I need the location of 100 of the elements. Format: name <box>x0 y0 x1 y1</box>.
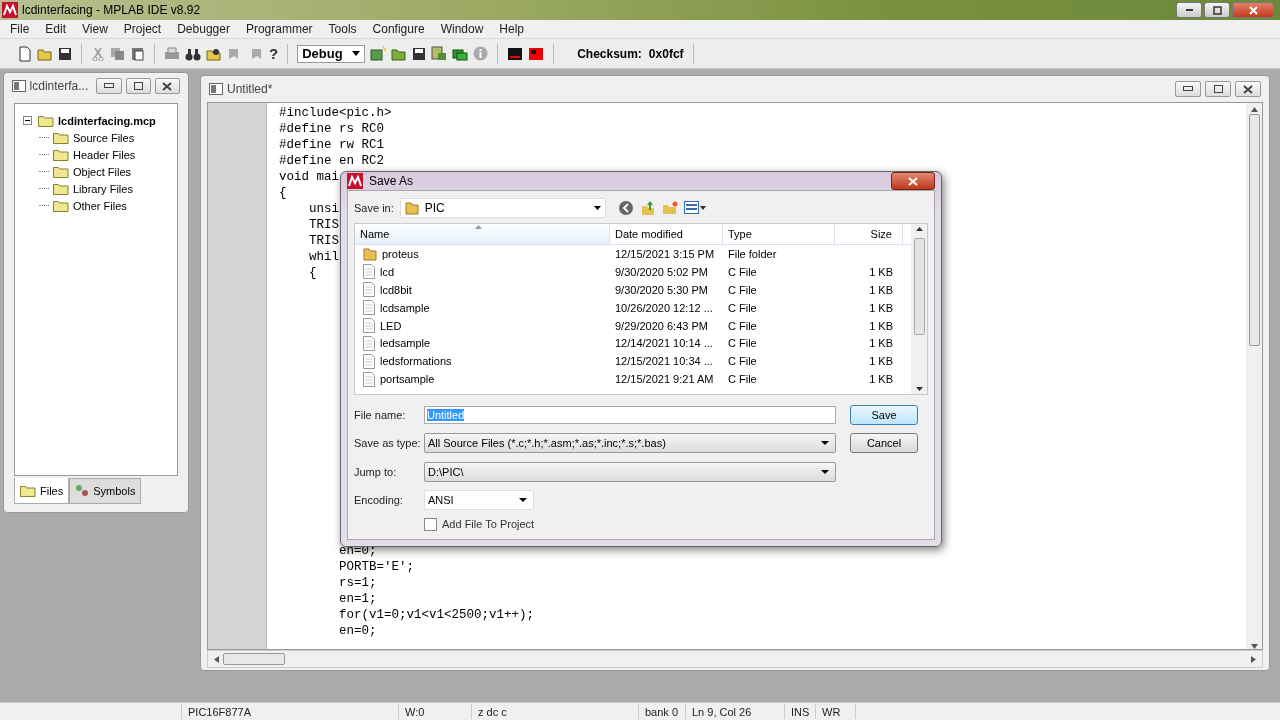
folder-icon <box>404 201 419 215</box>
status-processor: PIC16F877A <box>188 705 251 718</box>
column-header[interactable]: Size <box>835 224 903 244</box>
printer-icon[interactable] <box>164 46 180 61</box>
file-name[interactable]: portsample <box>380 373 435 386</box>
folder-icon <box>53 182 69 195</box>
column-header[interactable]: Type <box>723 224 835 244</box>
save-icon[interactable] <box>412 46 427 61</box>
file-size: 1 KB <box>868 319 894 332</box>
document-icon <box>363 353 375 369</box>
restore-button[interactable] <box>125 78 151 94</box>
encoding-dropdown[interactable]: ANSI <box>424 490 534 510</box>
save-in-dropdown[interactable]: PIC <box>399 198 606 218</box>
back-icon[interactable] <box>617 200 634 216</box>
column-header[interactable]: Name <box>355 224 610 244</box>
save-button[interactable]: Save <box>850 405 918 425</box>
minimize-icon <box>1183 86 1193 92</box>
panel-tab[interactable]: Symbols <box>69 478 142 504</box>
checkbox[interactable] <box>424 517 437 531</box>
menu-item[interactable]: File <box>2 22 38 36</box>
close-button[interactable] <box>1232 2 1274 18</box>
menu-item[interactable]: Programmer <box>237 22 321 36</box>
tree-folder-item[interactable]: Source Files <box>73 131 135 144</box>
vertical-scrollbar[interactable] <box>911 224 927 394</box>
menu-item[interactable]: Window <box>432 22 492 36</box>
tree-folder-item[interactable]: Header Files <box>73 148 136 161</box>
open-folder-icon[interactable] <box>391 46 408 61</box>
open-folder-icon[interactable] <box>37 46 53 61</box>
minimize-button[interactable] <box>1176 2 1202 18</box>
file-date: 12/15/2021 3:15 PM <box>614 247 716 260</box>
horizontal-scrollbar[interactable] <box>207 650 1263 668</box>
menu-item[interactable]: Edit <box>37 22 75 36</box>
tree-folder-item[interactable]: Other Files <box>73 199 127 212</box>
close-button[interactable] <box>891 172 935 190</box>
jump-to-dropdown[interactable]: D:\PIC\ <box>424 462 836 482</box>
save-icon[interactable] <box>58 46 72 61</box>
collapse-icon[interactable] <box>23 116 32 125</box>
up-folder-icon[interactable] <box>639 200 656 216</box>
minimize-icon <box>103 83 114 89</box>
close-icon <box>1248 5 1258 15</box>
code-line: TRIS <box>308 233 339 249</box>
project-file-item[interactable]: lcdinterfacing.mcp <box>58 114 156 127</box>
binoculars-icon[interactable] <box>185 46 201 61</box>
menu-item[interactable]: Project <box>115 22 170 36</box>
copy-icon[interactable] <box>110 46 126 61</box>
menu-item[interactable]: Help <box>491 22 532 36</box>
caret-icon <box>821 470 829 474</box>
file-name[interactable]: LED <box>380 319 402 332</box>
panel-tab[interactable]: Files <box>14 478 70 504</box>
restore-button[interactable] <box>1205 81 1231 97</box>
file-size: 1 KB <box>868 301 894 314</box>
caret-icon <box>821 441 829 445</box>
close-button[interactable] <box>154 78 180 94</box>
folder-icon <box>53 148 69 161</box>
new-folder-icon[interactable] <box>661 200 678 216</box>
menu-item[interactable]: Debugger <box>169 22 238 36</box>
tree-folder-item[interactable]: Library Files <box>73 182 133 195</box>
file-date: 9/29/2020 6:43 PM <box>614 319 709 332</box>
code-line: #include<pic.h> <box>279 105 392 121</box>
document-icon <box>363 282 375 298</box>
file-size: 1 KB <box>868 337 894 350</box>
file-date: 12/15/2021 10:34 ... <box>614 355 714 368</box>
scroll-thumb[interactable] <box>223 653 285 665</box>
paste-icon[interactable] <box>131 46 145 61</box>
column-header[interactable]: Date modified <box>610 224 723 244</box>
scroll-thumb[interactable] <box>913 238 925 335</box>
document-icon <box>363 371 375 387</box>
code-line: en=0; <box>338 623 377 639</box>
file-name[interactable]: lcdsample <box>380 301 430 314</box>
file-type: C File <box>727 283 758 296</box>
file-type: C File <box>727 301 758 314</box>
minimize-button[interactable] <box>1175 81 1201 97</box>
file-name[interactable]: proteus <box>382 247 419 260</box>
code-line: whil <box>308 249 339 265</box>
maximize-icon <box>1212 5 1222 15</box>
file-size: 1 KB <box>868 265 894 278</box>
menu-item[interactable]: Tools <box>320 22 365 36</box>
scroll-right-icon <box>1251 655 1256 663</box>
file-name[interactable]: ledsample <box>380 337 431 350</box>
file-type: C File <box>727 355 758 368</box>
view-menu-icon[interactable] <box>683 201 706 215</box>
file-name[interactable]: lcd8bit <box>380 283 412 296</box>
tree-folder-item[interactable]: Object Files <box>73 165 132 178</box>
window-icon <box>209 83 223 95</box>
scroll-thumb[interactable] <box>1248 114 1260 346</box>
menu-item[interactable]: View <box>74 22 116 36</box>
file-type: C File <box>727 373 758 386</box>
minimize-button[interactable] <box>96 78 122 94</box>
maximize-button[interactable] <box>1204 2 1230 18</box>
code-line: rs=1; <box>338 575 377 591</box>
vertical-scrollbar[interactable] <box>1246 103 1262 649</box>
help-button[interactable]: ? <box>269 45 279 62</box>
save-as-type-dropdown[interactable]: All Source Files (*.c;*.h;*.asm;*.as;*.inc;*.s;*.bas) <box>424 433 836 453</box>
cancel-button[interactable]: Cancel <box>850 433 918 453</box>
new-file-icon[interactable] <box>18 45 32 62</box>
close-button[interactable] <box>1235 81 1261 97</box>
file-name[interactable]: ledsformations <box>380 355 452 368</box>
menu-item[interactable]: Configure <box>364 22 433 36</box>
file-name[interactable]: lcd <box>380 265 395 278</box>
build-config-dropdown[interactable]: Debug <box>297 44 366 63</box>
